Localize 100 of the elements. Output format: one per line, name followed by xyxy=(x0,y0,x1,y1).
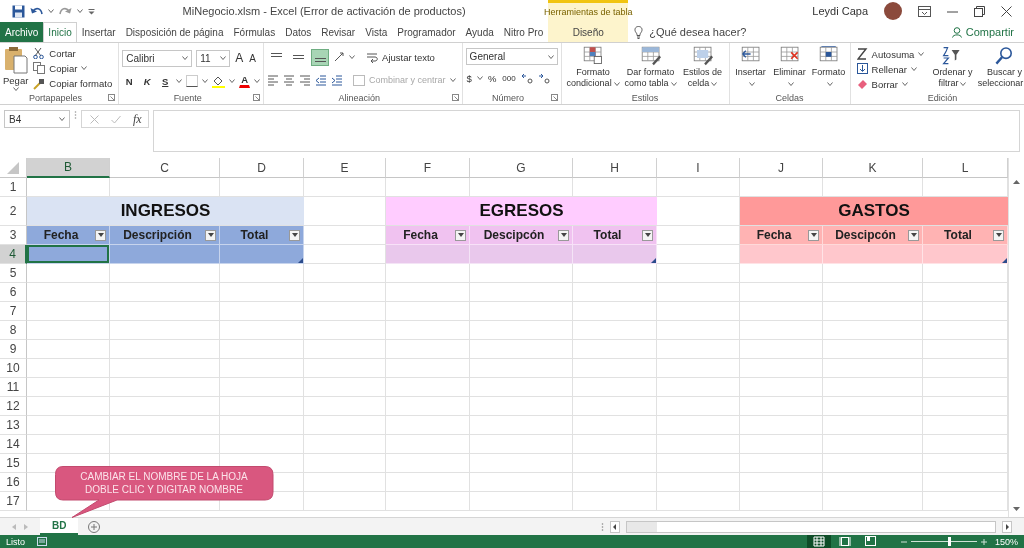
grid-cell[interactable] xyxy=(386,473,470,492)
grid-cell[interactable] xyxy=(27,359,110,378)
add-sheet-icon[interactable] xyxy=(88,520,101,533)
grid-cell[interactable] xyxy=(470,359,573,378)
column-header[interactable]: J xyxy=(740,158,823,178)
grid-cell[interactable] xyxy=(220,340,304,359)
row-header[interactable]: 14 xyxy=(0,435,27,454)
grid-cell[interactable] xyxy=(823,492,923,511)
grow-font-button[interactable]: A xyxy=(234,50,245,66)
percent-button[interactable]: % xyxy=(486,71,498,85)
grid-cell[interactable] xyxy=(657,492,740,511)
grid-cell[interactable] xyxy=(304,340,386,359)
grid-cell[interactable] xyxy=(304,197,386,226)
grid-cell[interactable] xyxy=(220,321,304,340)
formula-field[interactable] xyxy=(152,110,1020,152)
close-icon[interactable] xyxy=(1001,5,1012,17)
grid-cell[interactable] xyxy=(470,435,573,454)
ribbon-button[interactable]: Ordenar y filtrar xyxy=(929,46,976,91)
shrink-font-button[interactable]: A xyxy=(248,51,257,65)
grid-cell[interactable] xyxy=(110,340,220,359)
grid-cell[interactable] xyxy=(657,178,740,197)
macro-record-icon[interactable] xyxy=(37,537,47,546)
redo-icon[interactable] xyxy=(59,5,72,17)
grid-cell[interactable] xyxy=(740,435,823,454)
row-header[interactable]: 7 xyxy=(0,302,27,321)
grid-cell[interactable] xyxy=(573,283,657,302)
increase-decimal-icon[interactable] xyxy=(520,72,534,84)
scroll-left-icon[interactable] xyxy=(610,520,620,533)
ribbon-tab[interactable]: Ayuda xyxy=(460,22,499,42)
grid-cell[interactable] xyxy=(304,226,386,245)
row-header[interactable]: 13 xyxy=(0,416,27,435)
table-cell[interactable] xyxy=(386,245,470,264)
grid-cell[interactable] xyxy=(110,359,220,378)
grid-cell[interactable] xyxy=(823,473,923,492)
copy-button[interactable]: Copiar xyxy=(30,61,116,76)
grid-cell[interactable] xyxy=(573,492,657,511)
zoom-out-icon[interactable] xyxy=(900,540,907,543)
row-header[interactable]: 9 xyxy=(0,340,27,359)
scroll-right-icon[interactable] xyxy=(1002,520,1012,533)
table-cell[interactable] xyxy=(923,245,1008,264)
ribbon-button[interactable]: Formato condicional xyxy=(564,46,622,91)
ribbon-tab[interactable]: Nitro Pro xyxy=(498,22,549,42)
grid-cell[interactable] xyxy=(823,454,923,473)
grid-cell[interactable] xyxy=(470,264,573,283)
grid-cell[interactable] xyxy=(304,321,386,340)
fill-button[interactable]: Rellenar xyxy=(853,62,928,76)
grid-cell[interactable] xyxy=(823,359,923,378)
row-header[interactable]: 11 xyxy=(0,378,27,397)
row-header[interactable]: 5 xyxy=(0,264,27,283)
dialog-launcher-icon[interactable] xyxy=(108,94,116,101)
grid-cell[interactable] xyxy=(386,264,470,283)
avatar[interactable] xyxy=(884,2,902,20)
save-icon[interactable] xyxy=(12,4,25,18)
column-header[interactable]: L xyxy=(923,158,1008,178)
resize-handle-icon[interactable] xyxy=(298,258,303,263)
font-color-button[interactable]: A xyxy=(239,74,251,88)
scroll-down-icon[interactable] xyxy=(1013,507,1020,511)
grid-cell[interactable] xyxy=(740,378,823,397)
grid-cell[interactable] xyxy=(386,492,470,511)
grid-cell[interactable] xyxy=(657,340,740,359)
previous-sheet-icon[interactable] xyxy=(12,523,16,530)
column-header[interactable]: K xyxy=(823,158,923,178)
ribbon-button[interactable]: Insertar xyxy=(732,46,769,91)
column-header[interactable]: H xyxy=(573,158,657,178)
thousands-button[interactable]: 000 xyxy=(501,72,517,84)
grid-cell[interactable] xyxy=(304,302,386,321)
grid-cell[interactable] xyxy=(740,302,823,321)
next-sheet-icon[interactable] xyxy=(24,523,28,530)
zoom-thumb[interactable] xyxy=(948,537,952,546)
grid-cell[interactable] xyxy=(220,178,304,197)
grid-cell[interactable] xyxy=(386,416,470,435)
grid-cell[interactable] xyxy=(304,416,386,435)
grid-cell[interactable] xyxy=(573,178,657,197)
ribbon-tab[interactable]: Programador xyxy=(392,22,461,42)
filter-button[interactable] xyxy=(908,229,919,241)
table-cell[interactable] xyxy=(470,245,573,264)
grid-cell[interactable] xyxy=(823,302,923,321)
grid-cell[interactable] xyxy=(386,435,470,454)
grid-cell[interactable] xyxy=(470,302,573,321)
file-tab[interactable]: Archivo xyxy=(0,22,44,42)
filter-button[interactable] xyxy=(95,229,106,241)
row-header[interactable]: 6 xyxy=(0,283,27,302)
row-header[interactable]: 1 xyxy=(0,178,27,197)
decrease-indent-icon[interactable] xyxy=(315,74,328,86)
grid-cell[interactable] xyxy=(657,359,740,378)
grid-cell[interactable] xyxy=(657,264,740,283)
grid-cell[interactable] xyxy=(740,283,823,302)
format-painter-button[interactable]: Copiar formato xyxy=(30,76,116,91)
grid-cell[interactable] xyxy=(573,264,657,283)
grid-cell[interactable] xyxy=(470,492,573,511)
ribbon-button[interactable]: Buscar y seleccionar xyxy=(977,46,1024,91)
grid-cell[interactable] xyxy=(386,321,470,340)
row-header[interactable]: 12 xyxy=(0,397,27,416)
grid-cell[interactable] xyxy=(470,340,573,359)
decrease-decimal-icon[interactable] xyxy=(537,72,551,84)
grid-cell[interactable] xyxy=(110,397,220,416)
grid-cell[interactable] xyxy=(573,340,657,359)
filter-button[interactable] xyxy=(808,229,819,241)
grid-cell[interactable] xyxy=(386,454,470,473)
grid-cell[interactable] xyxy=(470,416,573,435)
